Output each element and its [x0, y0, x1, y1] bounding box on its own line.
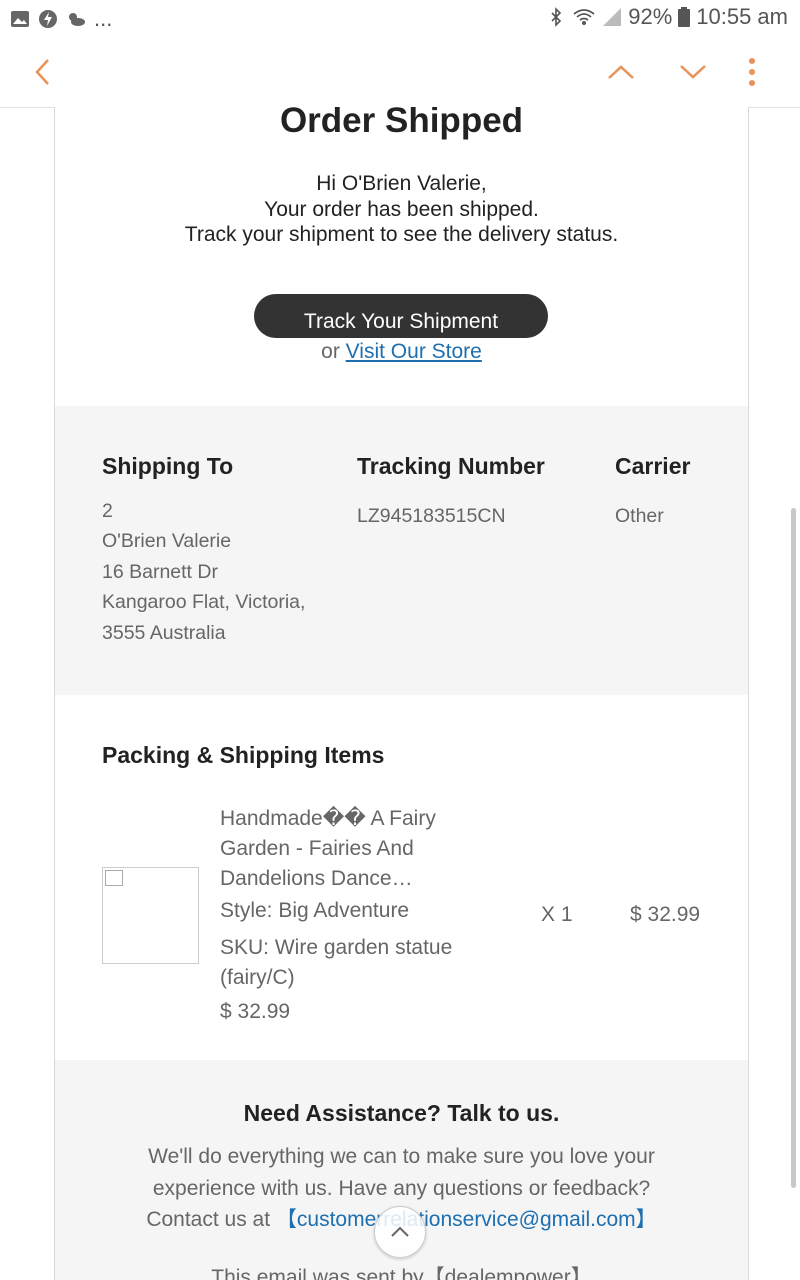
- greeting-line: Your order has been shipped.: [264, 197, 539, 221]
- chevron-up-icon: [391, 1226, 409, 1237]
- status-bar: ... 92% 10:55 am: [0, 0, 800, 38]
- weather-icon: [69, 13, 85, 26]
- back-button[interactable]: [22, 52, 62, 92]
- scrollbar[interactable]: [791, 508, 796, 1188]
- scroll-to-top-button[interactable]: [374, 1206, 426, 1258]
- more-vertical-icon: [749, 58, 755, 86]
- contact-email-link[interactable]: 【customerrelationservice@gmail.com】: [276, 1208, 657, 1231]
- battery-percent: 92%: [628, 4, 673, 29]
- address-line: 16 Barnett Dr: [102, 560, 218, 583]
- next-email-button[interactable]: [673, 52, 713, 92]
- chevron-up-icon: [608, 65, 634, 79]
- shipping-to-header: Shipping To: [102, 453, 234, 479]
- wifi-icon: [573, 9, 595, 25]
- items-header: Packing & Shipping Items: [102, 742, 385, 768]
- battery-icon: [678, 7, 691, 27]
- address-line: 2: [102, 500, 113, 522]
- item-style: Style: Big Adventure: [220, 899, 410, 922]
- more-options-button[interactable]: [732, 52, 772, 92]
- or-text: or: [321, 340, 340, 363]
- back-arrow-icon: [35, 59, 49, 85]
- broken-image-icon: [105, 870, 123, 886]
- signal-icon: [603, 8, 622, 26]
- email-toolbar: [0, 38, 800, 108]
- sent-by-text: This email was sent by【dealempower】: [211, 1266, 592, 1280]
- address-line: Kangaroo Flat, Victoria,: [102, 591, 306, 614]
- carrier-value: Other: [615, 505, 664, 527]
- tracking-number: LZ945183515CN: [357, 505, 506, 527]
- item-total: $ 32.99: [630, 903, 701, 926]
- visit-store-link[interactable]: Visit Our Store: [346, 340, 482, 363]
- greeting: Hi O'Brien Valerie, Your order has been …: [55, 171, 748, 248]
- gallery-icon: [11, 11, 29, 27]
- chevron-down-icon: [680, 65, 706, 79]
- shipping-info-section: Shipping To 2 O'Brien Valerie 16 Barnett…: [55, 406, 748, 695]
- item-quantity: X 1: [541, 903, 573, 926]
- item-sku: SKU: Wire garden statue (fairy/C): [220, 936, 453, 989]
- previous-email-button[interactable]: [601, 52, 641, 92]
- track-shipment-button[interactable]: Track Your Shipment: [254, 294, 548, 338]
- address-line: O'Brien Valerie: [102, 530, 232, 553]
- store-link-line: or Visit Our Store: [55, 340, 748, 364]
- bluetooth-icon: [551, 7, 562, 27]
- tracking-number-header: Tracking Number: [357, 453, 545, 479]
- data-saver-icon: [39, 10, 57, 28]
- address-line: 3555 Australia: [102, 621, 226, 644]
- carrier-header: Carrier: [615, 453, 691, 479]
- greeting-line: Track your shipment to see the delivery …: [184, 223, 619, 246]
- email-title: Order Shipped: [279, 107, 524, 140]
- clock: 10:55 am: [696, 4, 788, 29]
- assistance-header: Need Assistance? Talk to us.: [243, 1100, 560, 1126]
- item-name[interactable]: Handmade�� A Fairy Garden - Fairies And …: [220, 804, 480, 894]
- greeting-line: Hi O'Brien Valerie,: [316, 172, 487, 195]
- item-price: $ 32.99: [220, 1000, 291, 1023]
- status-overflow: ...: [94, 6, 113, 31]
- product-image[interactable]: [102, 867, 199, 964]
- shipping-address: 2 O'Brien Valerie 16 Barnett Dr Kangaroo…: [102, 496, 305, 648]
- email-body: Order Shipped Hi O'Brien Valerie, Your o…: [54, 107, 749, 1280]
